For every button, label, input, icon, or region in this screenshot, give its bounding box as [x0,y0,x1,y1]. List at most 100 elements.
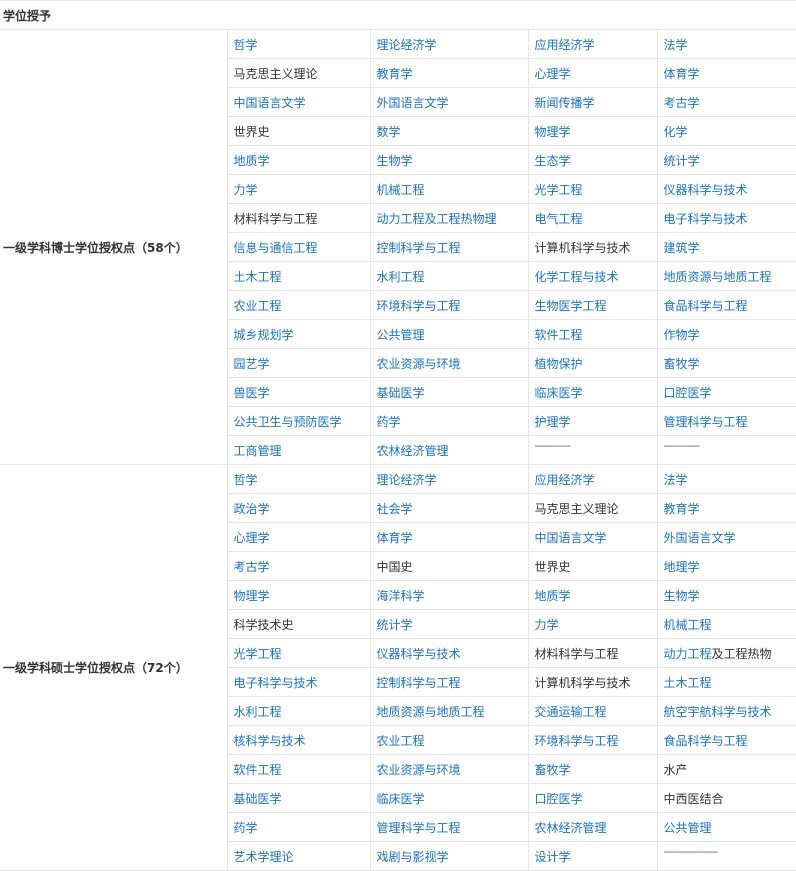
subject-link[interactable]: 地质资源与地质工程 [664,270,772,284]
subject-link[interactable]: 法学 [664,473,688,487]
subject-link[interactable]: 电子科学与技术 [234,676,318,690]
subject-link[interactable]: 交通运输工程 [535,705,607,719]
subject-link[interactable]: 地质学 [535,589,571,603]
subject-link[interactable]: 地质学 [234,154,270,168]
subject-link[interactable]: 建筑学 [664,241,700,255]
subject-link[interactable]: 光学工程 [234,647,282,661]
subject-link[interactable]: 水利工程 [377,270,425,284]
subject-link[interactable]: 城乡规划学 [234,328,294,342]
subject-link[interactable]: 工商管理 [234,444,282,458]
subject-link[interactable]: 政治学 [234,502,270,516]
subject-link[interactable]: 口腔医学 [535,792,583,806]
subject-link[interactable]: 药学 [377,415,401,429]
subject-link[interactable]: 环境科学与工程 [377,299,461,313]
subject-link[interactable]: 设计学 [535,850,571,864]
subject-link[interactable]: 哲学 [234,473,258,487]
subject-link[interactable]: 中国语言文学 [535,531,607,545]
subject-link[interactable]: 核科学与技术 [234,734,306,748]
subject-link[interactable]: 化学 [664,125,688,139]
subject-link[interactable]: 动力工程及工程热物理 [377,212,497,226]
subject-link[interactable]: 机械工程 [377,183,425,197]
subject-link[interactable]: 土木工程 [664,676,712,690]
subject-link[interactable]: 心理学 [234,531,270,545]
subject-link[interactable]: 统计学 [664,154,700,168]
subject-link[interactable]: 畜牧学 [535,763,571,777]
subject-link[interactable]: 软件工程 [535,328,583,342]
subject-link[interactable]: 控制科学与工程 [377,676,461,690]
subject-link[interactable]: 临床医学 [535,386,583,400]
subject-link[interactable]: 食品科学与工程 [664,299,748,313]
subject-link[interactable]: 体育学 [664,67,700,81]
subject-link[interactable]: 管理科学与工程 [377,821,461,835]
subject-link[interactable]: 园艺学 [234,357,270,371]
subject-link[interactable]: 农林经济管理 [535,821,607,835]
subject-link[interactable]: 电气工程 [535,212,583,226]
subject-link[interactable]: 环境科学与工程 [535,734,619,748]
subject-link[interactable]: 药学 [234,821,258,835]
subject-link[interactable]: 农林经济管理 [377,444,449,458]
subject-link[interactable]: 考古学 [664,96,700,110]
subject-link[interactable]: 戏剧与影视学 [377,850,449,864]
subject-link[interactable]: 理论经济学 [377,38,437,52]
subject-link[interactable]: 化学工程与技术 [535,270,619,284]
subject-link[interactable]: 中国语言文学 [234,96,306,110]
subject-link[interactable]: 食品科学与工程 [664,734,748,748]
subject-link[interactable]: 动力工程 [664,647,712,661]
subject-link[interactable]: 仪器科学与技术 [377,647,461,661]
subject-link[interactable]: 地理学 [664,560,700,574]
subject-link[interactable]: 公共卫生与预防医学 [234,415,342,429]
subject-link[interactable]: 数学 [377,125,401,139]
subject-link[interactable]: 光学工程 [535,183,583,197]
subject-link[interactable]: 控制科学与工程 [377,241,461,255]
subject-link[interactable]: 理论经济学 [377,473,437,487]
subject-link[interactable]: 水利工程 [234,705,282,719]
subject-link[interactable]: 兽医学 [234,386,270,400]
subject-link[interactable]: 教育学 [664,502,700,516]
subject-link[interactable]: 基础医学 [377,386,425,400]
subject-link[interactable]: 公共管理 [664,821,712,835]
subject-link[interactable]: 畜牧学 [664,357,700,371]
subject-link[interactable]: 统计学 [377,618,413,632]
subject-link[interactable]: 应用经济学 [535,473,595,487]
subject-link[interactable]: 口腔医学 [664,386,712,400]
subject-link[interactable]: 护理学 [535,415,571,429]
subject-link[interactable]: 地质资源与地质工程 [377,705,485,719]
subject-link[interactable]: 心理学 [535,67,571,81]
subject-link[interactable]: 哲学 [234,38,258,52]
subject-link[interactable]: 生物学 [664,589,700,603]
subject-link[interactable]: 土木工程 [234,270,282,284]
subject-link[interactable]: 社会学 [377,502,413,516]
subject-link[interactable]: 新闻传播学 [535,96,595,110]
subject-link[interactable]: 电子科学与技术 [664,212,748,226]
subject-link[interactable]: 力学 [234,183,258,197]
subject-link[interactable]: 农业资源与环境 [377,357,461,371]
subject-link[interactable]: 生物医学工程 [535,299,607,313]
subject-link[interactable]: 艺术学理论 [234,850,294,864]
subject-link[interactable]: 软件工程 [234,763,282,777]
subject-link[interactable]: 教育学 [377,67,413,81]
subject-link[interactable]: 公共管理 [377,328,425,342]
subject-link[interactable]: 应用经济学 [535,38,595,52]
subject-link[interactable]: 海洋科学 [377,589,425,603]
subject-link[interactable]: 生态学 [535,154,571,168]
subject-link[interactable]: 物理学 [535,125,571,139]
subject-link[interactable]: 物理学 [234,589,270,603]
subject-link[interactable]: 力学 [535,618,559,632]
subject-link[interactable]: 仪器科学与技术 [664,183,748,197]
subject-link[interactable]: 外国语言文学 [377,96,449,110]
subject-link[interactable]: 航空宇航科学与技术 [664,705,772,719]
subject-link[interactable]: 体育学 [377,531,413,545]
subject-link[interactable]: 信息与通信工程 [234,241,318,255]
subject-link[interactable]: 农业资源与环境 [377,763,461,777]
subject-link[interactable]: 植物保护 [535,357,583,371]
subject-link[interactable]: 机械工程 [664,618,712,632]
subject-link[interactable]: 外国语言文学 [664,531,736,545]
subject-link[interactable]: 作物学 [664,328,700,342]
subject-link[interactable]: 考古学 [234,560,270,574]
subject-link[interactable]: 管理科学与工程 [664,415,748,429]
subject-link[interactable]: 农业工程 [234,299,282,313]
subject-link[interactable]: 农业工程 [377,734,425,748]
subject-link[interactable]: 基础医学 [234,792,282,806]
subject-link[interactable]: 法学 [664,38,688,52]
subject-link[interactable]: 临床医学 [377,792,425,806]
